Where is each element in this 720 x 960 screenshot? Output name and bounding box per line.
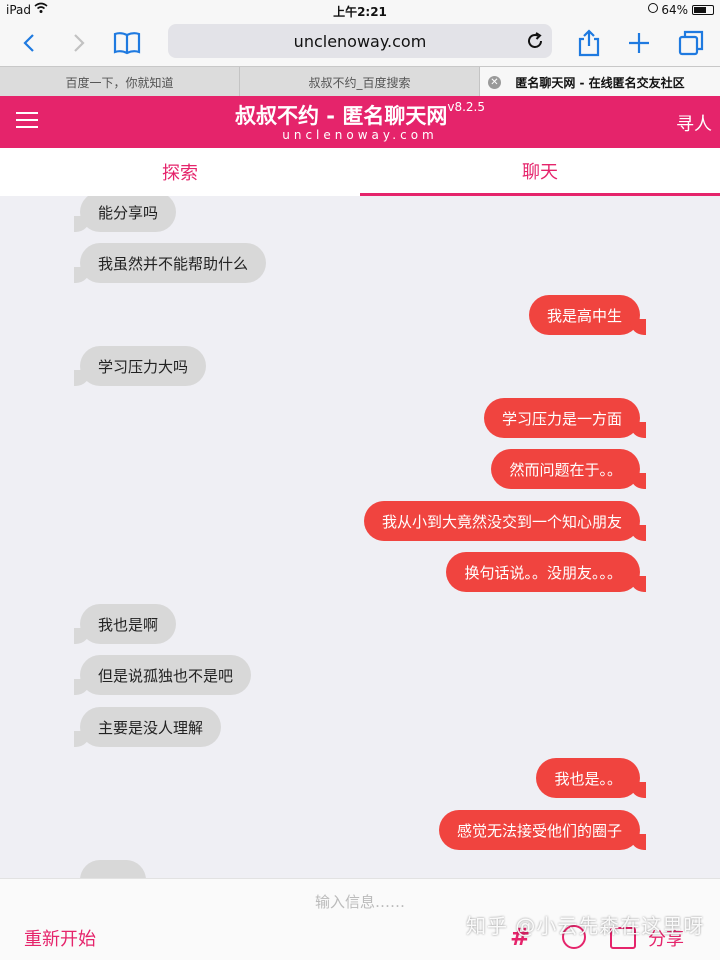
- url-text: unclenoway.com: [293, 32, 427, 51]
- message-received: 能分享吗: [73, 196, 177, 232]
- book-icon: [113, 32, 141, 55]
- message-received: 主要是没人理解: [73, 707, 222, 747]
- back-button[interactable]: [12, 26, 46, 60]
- share-page-button[interactable]: [572, 26, 606, 60]
- battery-percent: 64%: [661, 3, 688, 17]
- plus-icon: [629, 33, 649, 53]
- chat-log[interactable]: 能分享吗 我虽然并不能帮助什么 我是高中生 学习压力大吗 学习压力是一方面 然而…: [0, 196, 720, 878]
- message-received: 但是说孤独也不是吧: [73, 655, 252, 695]
- message-received-partial: [80, 860, 146, 878]
- tabs-icon: [678, 30, 704, 56]
- message-sent: 学习压力是一方面: [483, 398, 647, 438]
- message-sent: 我也是。。: [536, 758, 646, 798]
- tab-explore[interactable]: 探索: [0, 148, 360, 196]
- message-received: 学习压力大吗: [73, 346, 207, 386]
- tab-label: 百度一下，你就知道: [65, 75, 174, 90]
- site-title: 叔叔不约 - 匿名聊天网v8.2.5: [0, 100, 720, 130]
- tab-label: 匿名聊天网 - 在线匿名交友社区: [515, 75, 685, 90]
- message-sent: 我是高中生: [528, 295, 647, 335]
- message-sent: 感觉无法接受他们的圈子: [438, 810, 647, 850]
- browser-tab-2[interactable]: 叔叔不约_百度搜索: [240, 67, 480, 97]
- alarm-icon: [648, 3, 658, 13]
- site-title-text: 叔叔不约 - 匿名聊天网: [235, 104, 448, 128]
- tab-chat[interactable]: 聊天: [360, 148, 720, 196]
- close-tab-icon[interactable]: ✕: [488, 76, 501, 89]
- status-bar: iPad 上午2:21 64%: [0, 0, 720, 20]
- message-received: 我也是啊: [73, 604, 177, 644]
- browser-tab-3[interactable]: ✕ 匿名聊天网 - 在线匿名交友社区: [480, 67, 720, 97]
- browser-toolbar: unclenoway.com: [0, 20, 720, 66]
- browser-tab-1[interactable]: 百度一下，你就知道: [0, 67, 240, 97]
- find-people-button[interactable]: 寻人: [676, 110, 712, 136]
- new-tab-button[interactable]: [622, 26, 656, 60]
- message-sent: 然而问题在于。。: [491, 449, 646, 489]
- page-tabs: 探索 聊天: [0, 148, 720, 196]
- watermark: 知乎 @小云先森在这里呀: [466, 914, 705, 938]
- address-bar[interactable]: unclenoway.com: [168, 24, 552, 58]
- tab-label: 叔叔不约_百度搜索: [308, 75, 411, 90]
- site-header: 叔叔不约 - 匿名聊天网v8.2.5 unclenoway.com 寻人: [0, 96, 720, 148]
- chevron-left-icon: [23, 34, 34, 52]
- forward-button[interactable]: [62, 26, 96, 60]
- battery-icon: [692, 5, 714, 15]
- message-sent: 我从小到大竟然没交到一个知心朋友: [363, 501, 647, 541]
- tabs-overview-button[interactable]: [674, 26, 708, 60]
- site-subtitle: unclenoway.com: [282, 128, 438, 142]
- message-sent: 换句话说。。没朋友。。。: [446, 552, 646, 592]
- browser-tab-strip: 百度一下，你就知道 叔叔不约_百度搜索 ✕ 匿名聊天网 - 在线匿名交友社区: [0, 66, 720, 97]
- message-received: 我虽然并不能帮助什么: [73, 243, 267, 283]
- share-icon: [578, 29, 600, 57]
- bookmarks-button[interactable]: [110, 26, 144, 60]
- reload-icon[interactable]: [524, 30, 546, 52]
- site-version: v8.2.5: [447, 100, 485, 114]
- chevron-right-icon: [74, 34, 85, 52]
- clock: 上午2:21: [333, 5, 387, 19]
- restart-button[interactable]: 重新开始: [24, 925, 96, 951]
